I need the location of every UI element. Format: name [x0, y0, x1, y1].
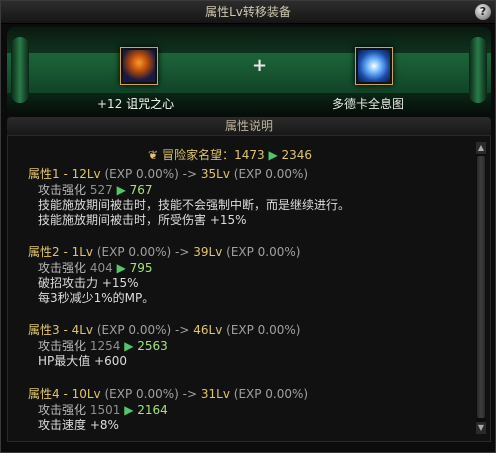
- banner-band: [7, 53, 491, 93]
- attack-boost-line: 攻击强化 404 ▶ 795: [28, 260, 300, 276]
- attribute-group-2: 属性2 - 1Lv (EXP 0.00%) -> 39Lv (EXP 0.00%…: [28, 244, 300, 306]
- attack-boost-line: 攻击强化 1254 ▶ 2563: [28, 338, 300, 354]
- fame-from: 1473: [234, 148, 265, 162]
- stat-to: 767: [129, 183, 153, 197]
- stat-name: 攻击强化: [38, 261, 87, 275]
- plus-icon: +: [252, 55, 268, 76]
- attribute-exp-to: (EXP 0.00%): [226, 323, 301, 337]
- arrow-right-icon: ▶: [268, 148, 278, 162]
- stat-to: 2164: [137, 403, 168, 417]
- stat-name: 攻击强化: [38, 339, 87, 353]
- source-item-label: 诅咒之心: [126, 97, 175, 111]
- attribute-group-4: 属性4 - 10Lv (EXP 0.00%) -> 31Lv (EXP 0.00…: [28, 386, 308, 433]
- attribute-level-line: 属性2 - 1Lv (EXP 0.00%) -> 39Lv (EXP 0.00%…: [28, 244, 300, 260]
- effect-line: 破招攻击力 +15%: [38, 276, 139, 290]
- scroll-roll-right: [469, 37, 487, 103]
- attribute-exp-from: (EXP 0.00%): [104, 167, 179, 181]
- scroll-roll-left: [11, 37, 29, 103]
- scroll-thumb[interactable]: [477, 156, 485, 418]
- attribute-level-to: 31Lv: [200, 387, 230, 401]
- effect-line: 每3秒减少1%的MP。: [38, 291, 155, 305]
- fame-icon: ❦: [148, 148, 159, 162]
- attribute-label: 属性2 - 1Lv: [28, 245, 94, 259]
- attribute-level-line: 属性3 - 4Lv (EXP 0.00%) -> 46Lv (EXP 0.00%…: [28, 322, 300, 338]
- description-panel: ❦ 冒险家名望：1473 ▶ 2346 属性1 - 12Lv (EXP 0.00%…: [7, 135, 491, 442]
- stat-from: 1254: [89, 339, 121, 353]
- attribute-exp-from: (EXP 0.00%): [104, 387, 179, 401]
- attribute-exp-from: (EXP 0.00%): [96, 245, 172, 259]
- window-title: 属性Lv转移装备: [205, 5, 291, 19]
- effect-line: 技能施放期间被击时，技能不会强制中断，而是继续进行。: [38, 198, 351, 212]
- attribute-level-to: 39Lv: [193, 245, 223, 259]
- fame-to: 2346: [281, 148, 313, 162]
- hologram-item-icon: [358, 50, 390, 82]
- attribute-level-to: 35Lv: [200, 167, 230, 181]
- help-button[interactable]: ?: [475, 4, 491, 20]
- vertical-scrollbar[interactable]: ▲ ▼: [476, 142, 486, 434]
- effect-line: 攻击速度 +8%: [38, 418, 119, 432]
- attribute-arrow: ->: [175, 245, 190, 259]
- scroll-down-button[interactable]: ▼: [476, 422, 486, 434]
- attribute-arrow: ->: [182, 387, 198, 401]
- attribute-exp-from: (EXP 0.00%): [96, 323, 172, 337]
- attribute-exp-to: (EXP 0.00%): [226, 245, 301, 259]
- effect-line: 技能施放期间被击时，所受伤害 +15%: [38, 213, 247, 227]
- stat-from: 1501: [89, 403, 121, 417]
- fame-label: 冒险家名望：: [162, 148, 235, 162]
- stat-name: 攻击强化: [38, 403, 87, 417]
- attribute-level-line: 属性4 - 10Lv (EXP 0.00%) -> 31Lv (EXP 0.00…: [28, 386, 308, 402]
- attribute-transfer-window: 属性Lv转移装备 ? + +12 诅咒之心 多德卡全息图 属性说明 ❦ 冒险家名望…: [0, 0, 496, 453]
- arrow-right-icon: ▶: [116, 261, 126, 275]
- title-bar[interactable]: 属性Lv转移装备 ?: [1, 1, 495, 24]
- effect-line: HP最大值 +600: [38, 354, 128, 368]
- attribute-arrow: ->: [175, 323, 190, 337]
- stat-name: 攻击强化: [38, 183, 87, 197]
- stat-from: 404: [89, 261, 113, 275]
- scroll-up-button[interactable]: ▲: [476, 142, 486, 154]
- arrow-right-icon: ▶: [116, 183, 126, 197]
- attribute-group-1: 属性1 - 12Lv (EXP 0.00%) -> 35Lv (EXP 0.00…: [28, 166, 350, 228]
- stat-to: 2563: [137, 339, 168, 353]
- attribute-arrow: ->: [182, 167, 198, 181]
- arrow-right-icon: ▶: [124, 339, 134, 353]
- cursed-heart-item-icon: [123, 50, 155, 82]
- adventurer-fame: ❦ 冒险家名望：1473 ▶ 2346: [148, 146, 312, 163]
- transfer-banner: + +12 诅咒之心 多德卡全息图: [7, 27, 491, 115]
- target-item-name: 多德卡全息图: [332, 97, 405, 111]
- section-title: 属性说明: [7, 117, 491, 135]
- stat-from: 527: [89, 183, 113, 197]
- attribute-label: 属性1 - 12Lv: [28, 167, 101, 181]
- attribute-level-to: 46Lv: [193, 323, 223, 337]
- target-item-slot[interactable]: [355, 47, 393, 85]
- attribute-label: 属性3 - 4Lv: [28, 323, 94, 337]
- source-item-level: +12: [97, 97, 123, 111]
- attack-boost-line: 攻击强化 527 ▶ 767: [28, 182, 350, 198]
- attribute-group-3: 属性3 - 4Lv (EXP 0.00%) -> 46Lv (EXP 0.00%…: [28, 322, 300, 369]
- source-item-name: +12 诅咒之心: [97, 95, 174, 112]
- source-item-slot[interactable]: [120, 47, 158, 85]
- attribute-level-line: 属性1 - 12Lv (EXP 0.00%) -> 35Lv (EXP 0.00…: [28, 166, 350, 182]
- attribute-exp-to: (EXP 0.00%): [233, 167, 309, 181]
- arrow-right-icon: ▶: [124, 403, 134, 417]
- attack-boost-line: 攻击强化 1501 ▶ 2164: [28, 402, 308, 418]
- attribute-label: 属性4 - 10Lv: [28, 387, 101, 401]
- stat-to: 795: [129, 261, 153, 275]
- attribute-exp-to: (EXP 0.00%): [233, 387, 309, 401]
